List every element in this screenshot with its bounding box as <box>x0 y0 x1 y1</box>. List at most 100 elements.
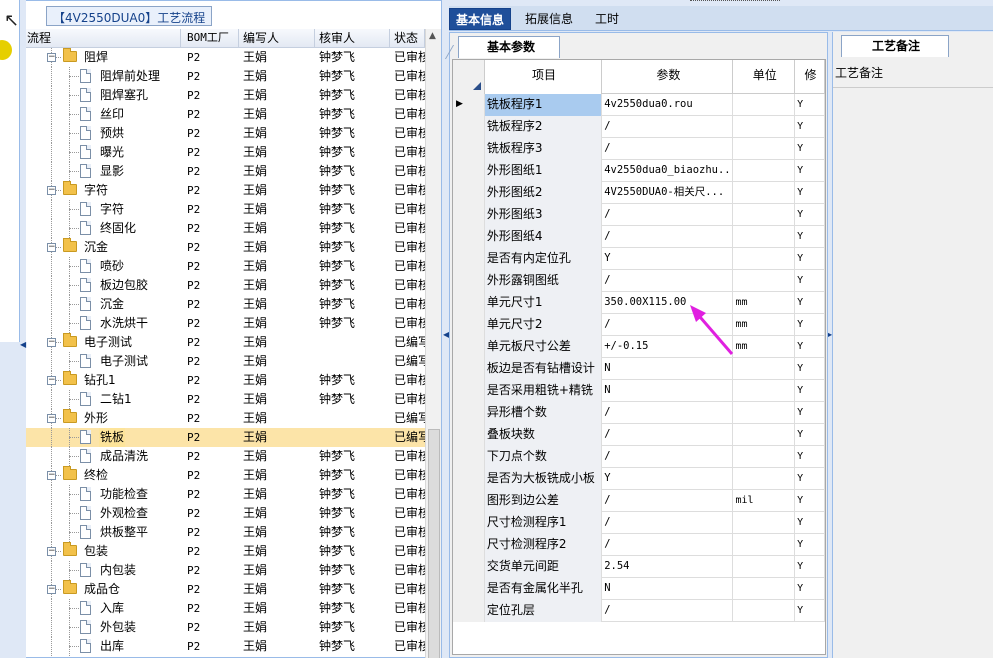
param-unit-cell[interactable] <box>733 204 796 226</box>
param-unit-cell[interactable] <box>733 534 796 556</box>
param-value-cell[interactable]: 4V2550DUA0-相关尺... <box>602 182 734 204</box>
param-flag-cell[interactable]: Y <box>795 512 825 534</box>
table-row[interactable]: 单元板尺寸公差 +/-0.15 mm Y <box>453 336 825 358</box>
row-selector[interactable] <box>453 226 485 248</box>
row-selector[interactable] <box>453 512 485 534</box>
param-flag-cell[interactable]: Y <box>795 380 825 402</box>
table-row[interactable]: 异形槽个数 / Y <box>453 402 825 424</box>
tree-row[interactable]: 水洗烘干 P2 王娟 钟梦飞 已审核 <box>25 314 425 333</box>
tree-row[interactable]: 板边包胶 P2 王娟 钟梦飞 已审核 <box>25 276 425 295</box>
tree-node[interactable]: 外观检查 <box>25 504 181 523</box>
tree-row[interactable]: 内包装 P2 王娟 钟梦飞 已审核 <box>25 561 425 580</box>
tree-row[interactable]: 出库 P2 王娟 钟梦飞 已审核 <box>25 637 425 656</box>
tree-node[interactable]: − 外形 <box>25 409 181 428</box>
tab-extended-info[interactable]: 拓展信息 <box>519 8 579 30</box>
collapse-node-icon[interactable]: − <box>47 186 56 195</box>
param-value-cell[interactable]: / <box>602 138 734 160</box>
tree-node[interactable]: − 字符 <box>25 181 181 200</box>
tree-row[interactable]: − 终检 P2 王娟 钟梦飞 已审核 <box>25 466 425 485</box>
table-row[interactable]: 铣板程序3/ Y <box>453 138 825 160</box>
tree-row[interactable]: 沉金 P2 王娟 钟梦飞 已审核 <box>25 295 425 314</box>
param-unit-cell[interactable] <box>733 556 796 578</box>
table-row[interactable]: 单元尺寸1 350.00X115.00 mm Y <box>453 292 825 314</box>
param-unit-cell[interactable]: mm <box>733 292 796 314</box>
table-row[interactable]: 是否有内定位孔 Y Y <box>453 248 825 270</box>
param-value-cell[interactable]: +/-0.15 <box>602 336 734 358</box>
tree-node[interactable]: 烘板整平 <box>25 523 181 542</box>
param-flag-cell[interactable]: Y <box>795 226 825 248</box>
param-unit-cell[interactable] <box>733 270 796 292</box>
param-unit-cell[interactable] <box>733 380 796 402</box>
tree-node[interactable]: 外包装 <box>25 618 181 637</box>
row-selector[interactable] <box>453 336 485 358</box>
row-selector[interactable] <box>453 182 485 204</box>
tree-node[interactable]: 沉金 <box>25 295 181 314</box>
param-unit-cell[interactable] <box>733 424 796 446</box>
tree-row[interactable]: − 沉金 P2 王娟 钟梦飞 已审核 <box>25 238 425 257</box>
table-row[interactable]: 外形露铜图纸 / Y <box>453 270 825 292</box>
tree-node[interactable]: 板边包胶 <box>25 276 181 295</box>
tree-node[interactable]: 电子测试 <box>25 352 181 371</box>
column-header-item[interactable]: 项目 <box>484 60 603 94</box>
param-flag-cell[interactable]: Y <box>795 138 825 160</box>
row-header-corner[interactable] <box>453 60 485 94</box>
column-header-status[interactable]: 状态 <box>390 29 425 48</box>
tree-node[interactable]: 入库 <box>25 599 181 618</box>
param-unit-cell[interactable] <box>733 248 796 270</box>
tree-node[interactable]: 阻焊前处理 <box>25 67 181 86</box>
table-row[interactable]: 外形图纸4/ Y <box>453 226 825 248</box>
tree-row[interactable]: − 阻焊 P2 王娟 钟梦飞 已审核 <box>25 48 425 67</box>
param-value-cell[interactable]: 4v2550dua0.rou <box>602 94 734 116</box>
param-flag-cell[interactable]: Y <box>795 402 825 424</box>
param-unit-cell[interactable] <box>733 182 796 204</box>
param-unit-cell[interactable]: mil <box>733 490 796 512</box>
tree-node[interactable]: 显影 <box>25 162 181 181</box>
table-row[interactable]: 交货单元间距 2.54 Y <box>453 556 825 578</box>
tree-row[interactable]: 字符 P2 王娟 钟梦飞 已审核 <box>25 200 425 219</box>
param-flag-cell[interactable]: Y <box>795 578 825 600</box>
tree-scrollbar[interactable]: ▲ <box>425 29 441 658</box>
param-flag-cell[interactable]: Y <box>795 556 825 578</box>
param-unit-cell[interactable]: mm <box>733 336 796 358</box>
row-selector[interactable] <box>453 270 485 292</box>
tree-row[interactable]: 预烘 P2 王娟 钟梦飞 已审核 <box>25 124 425 143</box>
tab-process-notes[interactable]: 工艺备注 <box>841 35 950 57</box>
scrollbar-thumb[interactable] <box>428 429 440 658</box>
column-header-bom[interactable]: BOM工厂 <box>181 29 239 48</box>
tree-row[interactable]: − 包装 P2 王娟 钟梦飞 已审核 <box>25 542 425 561</box>
tree-row[interactable]: − 字符 P2 王娟 钟梦飞 已审核 <box>25 181 425 200</box>
tree-row[interactable]: 喷砂 P2 王娟 钟梦飞 已审核 <box>25 257 425 276</box>
param-flag-cell[interactable]: Y <box>795 490 825 512</box>
param-unit-cell[interactable] <box>733 402 796 424</box>
param-value-cell[interactable]: 4v2550dua0_biaozhu... <box>602 160 734 182</box>
param-value-cell[interactable]: / <box>602 314 734 336</box>
param-unit-cell[interactable] <box>733 138 796 160</box>
param-value-cell[interactable]: / <box>602 424 734 446</box>
param-flag-cell[interactable]: Y <box>795 600 825 622</box>
param-value-cell[interactable]: / <box>602 446 734 468</box>
tree-row[interactable]: 电子测试 P2 王娟 已编写 <box>25 352 425 371</box>
row-selector[interactable] <box>453 490 485 512</box>
table-row[interactable]: 尺寸检测程序2/ Y <box>453 534 825 556</box>
table-row[interactable]: 尺寸检测程序1/ Y <box>453 512 825 534</box>
param-value-cell[interactable]: 350.00X115.00 <box>602 292 734 314</box>
param-flag-cell[interactable]: Y <box>795 314 825 336</box>
tree-row[interactable]: 铣板 P2 王娟 已编写 <box>25 428 425 447</box>
tree-node[interactable]: 曝光 <box>25 143 181 162</box>
tree-node[interactable]: 内包装 <box>25 561 181 580</box>
param-value-cell[interactable]: 2.54 <box>602 556 734 578</box>
param-unit-cell[interactable] <box>733 226 796 248</box>
tree-node[interactable]: 成品清洗 <box>25 447 181 466</box>
param-value-cell[interactable]: Y <box>602 468 734 490</box>
param-unit-cell[interactable] <box>733 160 796 182</box>
tree-node[interactable]: − 包装 <box>25 542 181 561</box>
row-selector[interactable] <box>453 468 485 490</box>
tree-node[interactable]: − 钻孔1 <box>25 371 181 390</box>
tree-node[interactable]: 丝印 <box>25 105 181 124</box>
column-header-author[interactable]: 编写人 <box>239 29 315 48</box>
tree-node[interactable]: − 电子测试 <box>25 333 181 352</box>
collapse-node-icon[interactable]: − <box>47 376 56 385</box>
param-flag-cell[interactable]: Y <box>795 358 825 380</box>
table-row[interactable]: ▶ 铣板程序1 4v2550dua0.rou Y <box>453 94 825 116</box>
tree-node[interactable]: 出库 <box>25 637 181 656</box>
